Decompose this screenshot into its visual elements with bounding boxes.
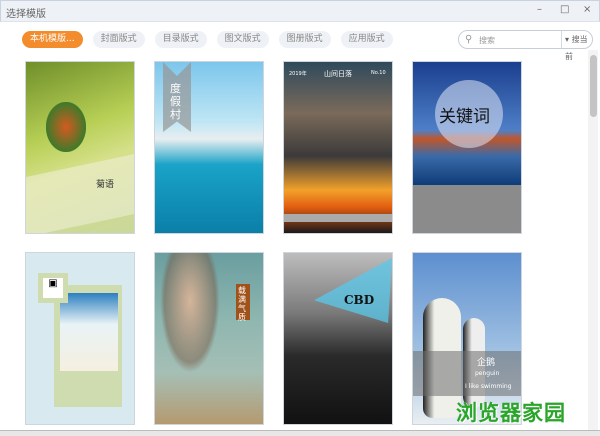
tab-text-image[interactable]: 图文版式 [216,31,269,48]
tv-icon: ▣ [43,278,63,298]
search-box[interactable]: ⚲ 搜索 ▾ 搜当前 [458,30,593,61]
title-bar: 选择模版 – □ × [0,0,600,22]
beach-photo [60,293,118,371]
close-button[interactable]: × [583,4,591,15]
tree-image [160,253,220,373]
minimize-button[interactable]: – [537,4,542,15]
card-title: 菊语 [96,180,115,190]
search-scope-dropdown[interactable]: ▾ 搜当前 [561,31,592,61]
template-card[interactable]: 关键词 [412,61,522,234]
tab-application[interactable]: 应用版式 [340,31,393,48]
card-subtitle: penguin [475,370,500,377]
card-title: CBD [344,293,375,307]
card-title: 企鹅 [477,358,496,368]
tab-local-templates[interactable]: 本机模版... [22,31,83,48]
card-title: 山间日落 [324,70,352,78]
maximize-button[interactable]: □ [560,4,569,15]
template-card[interactable]: 菊语 [25,61,135,234]
leaf-image [46,102,86,152]
template-card[interactable]: 载满气质 [154,252,264,425]
watermark: 浏览器家园 [456,401,566,425]
card-title: 载满气质 [238,286,246,322]
caption-bar [284,214,392,222]
template-card[interactable]: 2019年 山间日落 No.10 [283,61,393,234]
search-icon: ⚲ [465,34,473,45]
card-title: 度假村 [170,82,181,121]
search-input[interactable]: 搜索 [479,35,495,46]
window-title: 选择模版 [6,9,46,20]
window-bottom-edge [0,430,600,436]
category-tabs: 本机模版... 封面版式 目录版式 图文版式 图册版式 应用版式 [22,31,393,48]
card-caption: I like swimming [465,383,512,390]
template-card[interactable]: ▣ [25,252,135,425]
card-year: 2019年 [289,71,307,77]
tab-contents[interactable]: 目录版式 [154,31,207,48]
template-card[interactable]: CBD [283,252,393,425]
template-card[interactable]: 度假村 [154,61,264,234]
text-panel [26,153,134,233]
card-title: 关键词 [439,107,490,127]
search-scope-label: 搜当前 [565,35,588,61]
scrollbar-thumb[interactable] [590,55,597,117]
icon-frame: ▣ [38,273,68,303]
tab-cover[interactable]: 封面版式 [92,31,145,48]
card-issue: No.10 [371,70,386,76]
tab-album[interactable]: 图册版式 [278,31,331,48]
triangle-shape [314,258,392,323]
